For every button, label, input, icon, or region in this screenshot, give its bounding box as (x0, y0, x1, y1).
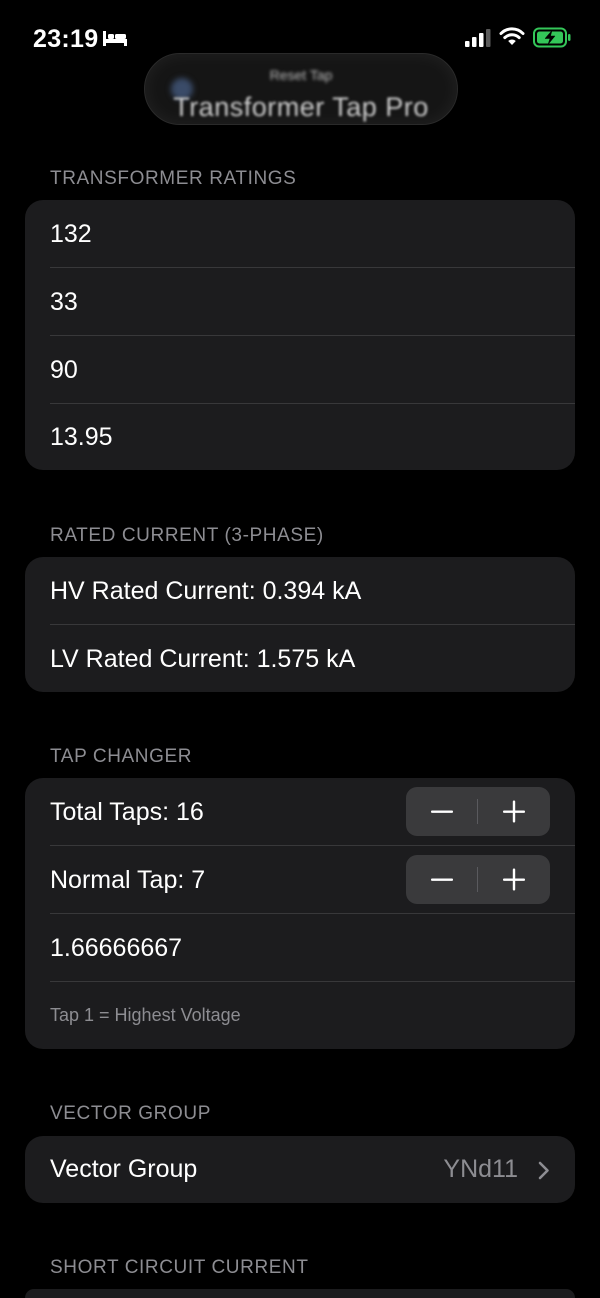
section-header-tap-changer: TAP CHANGER (50, 746, 193, 767)
wifi-icon (499, 27, 525, 45)
rated-current-card: HV Rated Current: 0.394 kA LV Rated Curr… (25, 557, 575, 692)
minus-icon[interactable] (406, 855, 478, 904)
cellular-signal-icon (465, 29, 491, 47)
section-header-short-circuit: SHORT CIRCUIT CURRENT (50, 1257, 309, 1278)
normal-tap-label: Normal Tap: 7 (50, 866, 206, 894)
nav-title-pill[interactable]: Reset Tap Transformer Tap Pro (144, 53, 458, 125)
chevron-right-icon (538, 1161, 549, 1180)
hv-rated-current: HV Rated Current: 0.394 kA (50, 577, 362, 605)
rating-field-value: 13.95 (50, 423, 113, 451)
battery-charging-icon (533, 27, 571, 48)
section-header-ratings: TRANSFORMER RATINGS (50, 168, 297, 189)
rating-field-3[interactable]: 90 (25, 336, 575, 404)
rating-field-value: 33 (50, 288, 78, 316)
total-taps-label: Total Taps: 16 (50, 798, 204, 826)
bed-icon (103, 31, 127, 46)
short-circuit-card (25, 1289, 575, 1298)
normal-tap-row: Normal Tap: 7 (25, 846, 575, 914)
hv-rated-current-row: HV Rated Current: 0.394 kA (25, 557, 575, 625)
lv-rated-current: LV Rated Current: 1.575 kA (50, 645, 356, 673)
tap-changer-note: Tap 1 = Highest Voltage (50, 1005, 241, 1025)
vector-group-label: Vector Group (50, 1155, 198, 1183)
nav-title: Transformer Tap Pro (173, 92, 429, 122)
vector-group-card: Vector Group YNd11 (25, 1136, 575, 1203)
section-header-vector-group: VECTOR GROUP (50, 1103, 211, 1124)
rating-field-value: 90 (50, 356, 78, 384)
nav-subtitle: Reset Tap (269, 67, 333, 83)
tap-step-value: 1.66666667 (50, 934, 183, 962)
total-taps-row: Total Taps: 16 (25, 778, 575, 846)
section-header-rated-current: RATED CURRENT (3-PHASE) (50, 525, 324, 546)
tap-changer-card: Total Taps: 16 Normal Tap: 7 1.66666667 … (25, 778, 575, 1049)
rating-field-1[interactable]: 132 (25, 200, 575, 268)
minus-icon[interactable] (406, 787, 478, 836)
vector-group-value: YNd11 (443, 1155, 518, 1183)
normal-tap-stepper[interactable] (406, 855, 550, 904)
tap-step-field[interactable]: 1.66666667 (25, 914, 575, 982)
rating-field-4[interactable]: 13.95 (25, 403, 575, 470)
rating-field-value: 132 (50, 220, 92, 248)
ratings-card: 132 33 90 13.95 (25, 200, 575, 470)
plus-icon[interactable] (478, 855, 550, 904)
plus-icon[interactable] (478, 787, 550, 836)
total-taps-stepper[interactable] (406, 787, 550, 836)
vector-group-picker[interactable]: Vector Group YNd11 (25, 1136, 575, 1203)
rating-field-2[interactable]: 33 (25, 268, 575, 336)
lv-rated-current-row: LV Rated Current: 1.575 kA (25, 625, 575, 692)
status-time: 23:19 (33, 25, 99, 53)
